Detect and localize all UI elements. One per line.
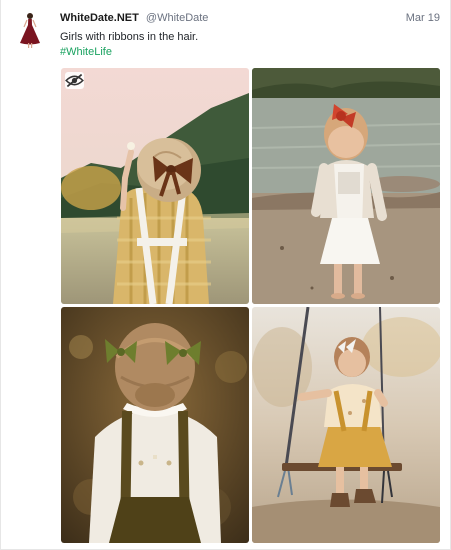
photo-girl-with-green-bows-icon — [61, 307, 249, 543]
photo-girl-on-swing-icon — [252, 307, 440, 543]
woman-in-red-dress-icon — [15, 10, 45, 50]
photo-girl-with-ribbon-meadow-icon — [61, 68, 249, 304]
media-photo-1[interactable] — [61, 68, 249, 304]
photo-girl-with-red-bow-lake-icon — [252, 68, 440, 304]
author-handle[interactable]: @WhiteDate — [146, 12, 209, 24]
media-grid — [61, 68, 441, 543]
hashtag-link[interactable]: #WhiteLife — [60, 45, 112, 59]
post-header: WhiteDate.NET @WhiteDate Mar 19 — [60, 11, 440, 25]
eye-slash-glyph — [65, 73, 84, 88]
media-photo-4[interactable] — [252, 307, 440, 543]
media-photo-2[interactable] — [252, 68, 440, 304]
media-photo-3[interactable] — [61, 307, 249, 543]
author-avatar[interactable] — [15, 10, 45, 50]
post-date[interactable]: Mar 19 — [406, 11, 440, 25]
post-text: Girls with ribbons in the hair. — [60, 31, 199, 43]
author-name[interactable]: WhiteDate.NET — [60, 12, 139, 24]
post-card: WhiteDate.NET @WhiteDate Mar 19 Girls wi… — [0, 0, 451, 550]
eye-slash-icon[interactable] — [65, 72, 84, 89]
